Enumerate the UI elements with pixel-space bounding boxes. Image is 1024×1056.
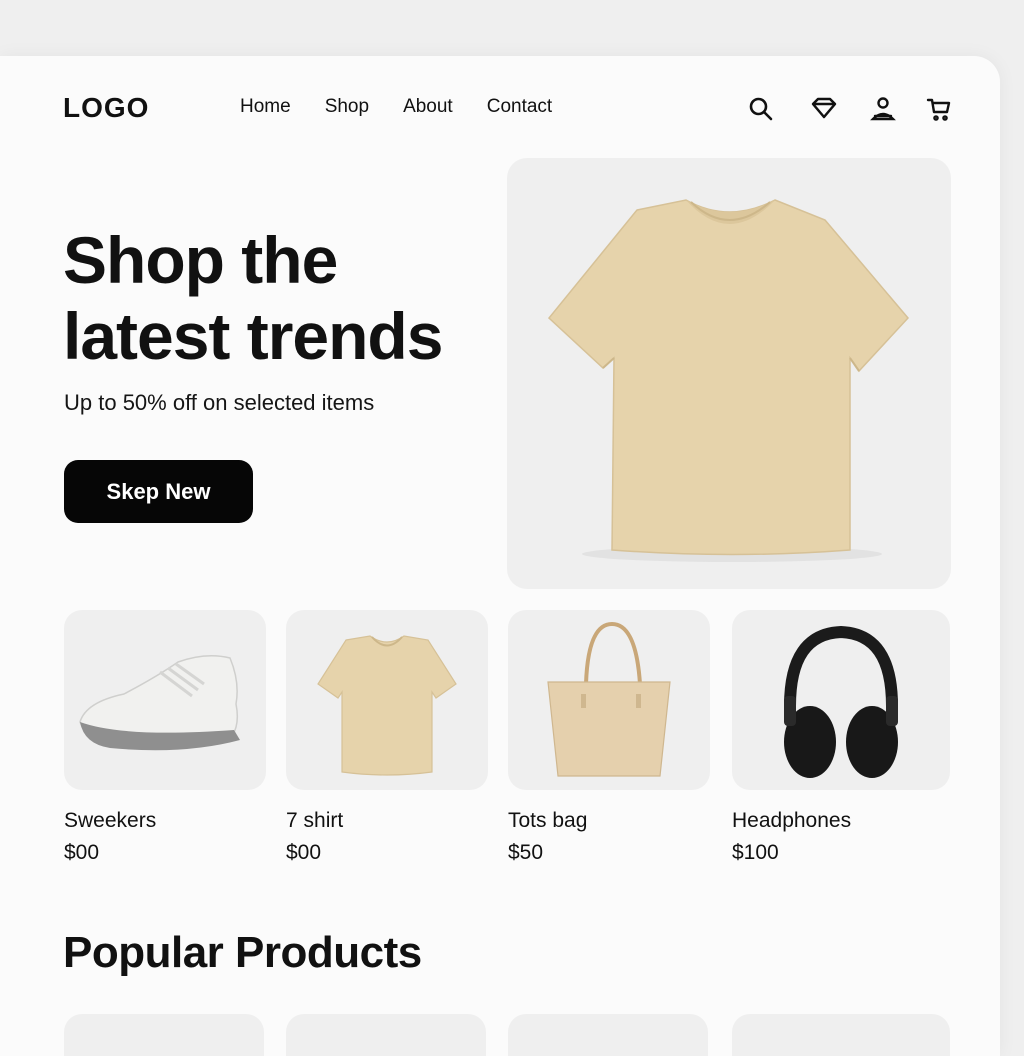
nav-shop[interactable]: Shop [325,96,369,118]
product-card-tshirt[interactable]: 7 shirt $00 [286,610,488,865]
product-price: $100 [732,841,779,864]
storefront-page: LOGO Home Shop About Contact Shop the la… [0,56,1000,1056]
product-card-tote-bag[interactable]: Tots bag $50 [508,610,710,865]
hero-title: Shop the latest trends [63,223,443,373]
wishlist-icon[interactable] [807,92,841,126]
popular-product-card[interactable] [732,1014,950,1056]
tote-bag-image[interactable] [508,610,710,790]
nav-about[interactable]: About [403,96,453,118]
logo[interactable]: LOGO [63,92,149,124]
main-nav: Home Shop About Contact [240,96,586,118]
product-price: $00 [64,841,100,864]
popular-product-card[interactable] [508,1014,708,1056]
product-price: $00 [286,841,322,864]
product-card-sneakers[interactable]: Sweekers $00 [64,610,266,865]
tshirt-image[interactable] [286,610,488,790]
product-card-headphones[interactable]: Headphones $100 [732,610,950,865]
product-price: $50 [508,841,544,864]
nav-home[interactable]: Home [240,96,291,118]
popular-products-heading: Popular Products [63,928,422,977]
account-icon[interactable] [866,92,900,126]
product-name[interactable]: Tots bag [508,809,710,833]
cart-icon[interactable] [922,92,956,126]
product-name[interactable]: Headphones [732,809,950,833]
search-icon[interactable] [744,92,778,126]
popular-product-card[interactable] [64,1014,264,1056]
nav-contact[interactable]: Contact [487,96,552,118]
hero-subtitle: Up to 50% off on selected items [64,390,375,415]
sneaker-image[interactable] [64,610,266,790]
product-name[interactable]: 7 shirt [286,809,488,833]
headphones-image[interactable] [732,610,950,790]
hero-image [507,158,951,589]
popular-product-card[interactable] [286,1014,486,1056]
product-name[interactable]: Sweekers [64,809,266,833]
shop-now-button[interactable]: Skep New [64,460,253,523]
